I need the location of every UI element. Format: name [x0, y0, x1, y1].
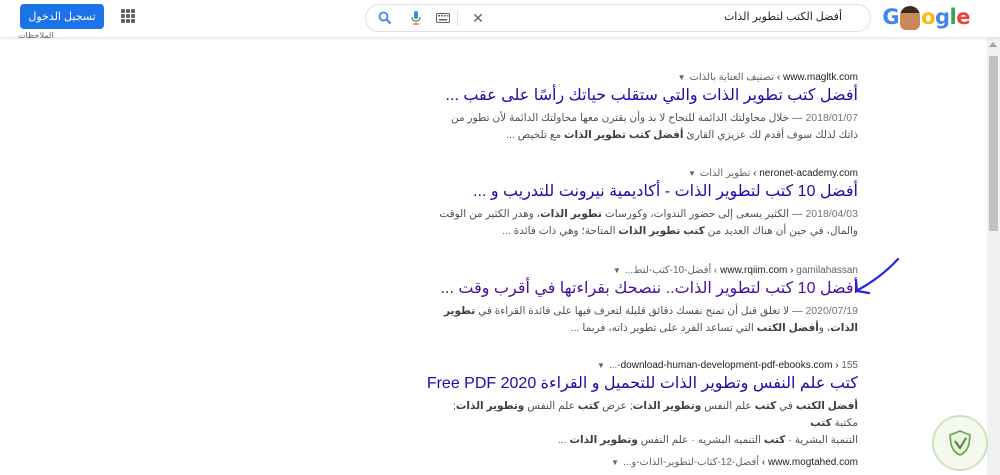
- dropdown-arrow-icon[interactable]: ▼: [613, 266, 621, 275]
- microphone-icon[interactable]: [407, 9, 425, 27]
- result-title-link[interactable]: أفضل 10 كتب لتطوير الذات.. ننصحك بقراءته…: [430, 279, 858, 299]
- dropdown-arrow-icon[interactable]: ▼: [678, 73, 686, 82]
- doodle-face-icon: [900, 6, 921, 30]
- search-result-4: download-human-development-pdf-ebooks.co…: [427, 360, 858, 449]
- search-result-5: www.mogtahed.com › أفضل-12-كتاب-لتطوير-ا…: [430, 457, 858, 468]
- dropdown-arrow-icon[interactable]: ▼: [688, 169, 696, 178]
- result-cite[interactable]: www.rqiim.com › gamilahassan › أفضل-10-ك…: [430, 265, 858, 276]
- header-bar: Gogle أفضل الكتب لتطوير الذات ✕ تسجيل ال…: [0, 0, 1000, 37]
- search-icon[interactable]: [376, 9, 394, 27]
- search-input[interactable]: أفضل الكتب لتطوير الذات: [724, 10, 842, 23]
- result-title-link[interactable]: كتب علم النفس وتطوير الذات للتحميل و الق…: [427, 374, 858, 394]
- dropdown-arrow-icon[interactable]: ▼: [597, 361, 605, 370]
- notes-tab[interactable]: الملاحظات: [18, 31, 54, 40]
- apps-grid-icon[interactable]: [121, 9, 135, 23]
- result-cite[interactable]: download-human-development-pdf-ebooks.co…: [430, 360, 858, 371]
- watermark-logo: [932, 415, 988, 471]
- result-snippet: 2020/07/19 — لا تغلق قبل أن تمنح نفسك دق…: [443, 305, 858, 334]
- search-result-3: www.rqiim.com › gamilahassan › أفضل-10-ك…: [430, 265, 858, 337]
- dropdown-arrow-icon[interactable]: ▼: [611, 458, 619, 467]
- result-title-link[interactable]: أفضل كتب تطوير الذات والتي ستقلب حياتك ر…: [430, 86, 858, 106]
- divider: [457, 10, 458, 26]
- result-cite[interactable]: www.mogtahed.com › أفضل-12-كتاب-لتطوير-ا…: [430, 457, 858, 468]
- shield-icon: [949, 430, 971, 456]
- result-snippet: 2018/01/07 — خلال محاولتك الدائمة للنجاح…: [450, 112, 858, 141]
- annotation-arrow-icon: [854, 257, 900, 295]
- clear-search-icon[interactable]: ✕: [469, 9, 487, 27]
- result-cite[interactable]: www.magltk.com › تصنيف العناية بالذات▼: [430, 72, 858, 83]
- result-title-link[interactable]: أفضل 10 كتب لتطوير الذات - أكاديمية نيرو…: [430, 182, 858, 202]
- google-logo[interactable]: Gogle: [882, 4, 970, 30]
- search-input-box[interactable]: أفضل الكتب لتطوير الذات ✕: [365, 4, 871, 32]
- result-snippet: 2018/04/03 — الكثير يسعى إلى حضور الندوا…: [439, 208, 858, 237]
- scrollbar-thumb[interactable]: [989, 56, 998, 231]
- result-snippet: أفضل الكتب في كتب علم النفس وتطوير الذات…: [452, 400, 858, 446]
- result-cite[interactable]: neronet-academy.com › تطوير الذات▼: [430, 168, 858, 179]
- signin-button[interactable]: تسجيل الدخول: [20, 4, 104, 29]
- keyboard-icon[interactable]: [434, 9, 452, 27]
- search-result-2: neronet-academy.com › تطوير الذات▼ أفضل …: [430, 168, 858, 240]
- scroll-up-arrow-icon[interactable]: [989, 42, 997, 47]
- search-result-1: www.magltk.com › تصنيف العناية بالذات▼ أ…: [430, 72, 858, 144]
